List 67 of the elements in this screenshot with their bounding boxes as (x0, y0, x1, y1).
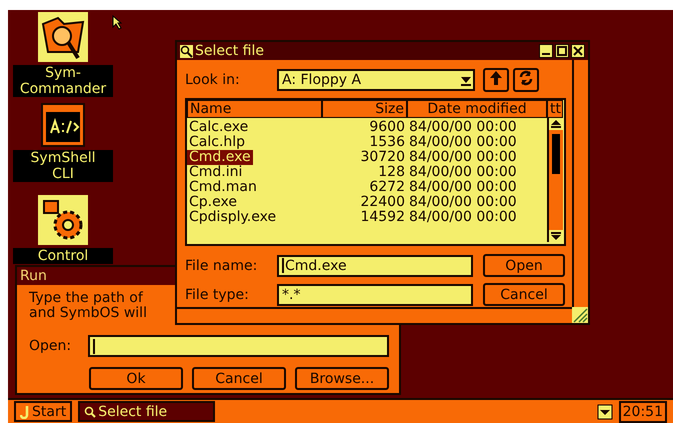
clock: 20:51 (618, 400, 667, 422)
file-size-cell-text: 22400 (359, 195, 406, 210)
scrollbar[interactable] (547, 118, 563, 242)
file-size-cell-text: 128 (377, 165, 406, 180)
close-button[interactable] (571, 44, 585, 58)
scroll-down-icon[interactable] (549, 230, 563, 242)
icon-label: Sym- Commander (13, 65, 113, 97)
cancel-button[interactable]: Cancel (192, 367, 286, 390)
file-date-cell-text: 84/00/00 00:00 (408, 165, 518, 180)
file-name-label: File name: (185, 258, 258, 274)
window-title: Select file (195, 43, 265, 59)
window-title: Run (20, 268, 48, 284)
file-name-cell[interactable]: Cpdisply.exe (187, 210, 278, 225)
file-name-field[interactable]: Cmd.exe (277, 254, 473, 276)
refresh-icon (518, 70, 534, 86)
terminal-icon[interactable] (41, 103, 85, 147)
open-label: Open: (29, 338, 72, 354)
taskbar-window-button[interactable]: Select file (78, 401, 216, 422)
icon-label: SymShell CLI (13, 150, 113, 182)
file-name-cell[interactable]: Cmd.exe (187, 150, 253, 165)
open-input-field[interactable] (88, 335, 389, 357)
file-date-cell-text: 84/00/00 00:00 (408, 195, 518, 210)
look-in-dropdown[interactable]: A: Floppy A (277, 69, 475, 91)
file-size-cell-text: 6272 (368, 180, 406, 195)
file-name-cell[interactable]: Cp.exe (187, 195, 239, 210)
refresh-button[interactable] (513, 68, 539, 92)
magnifier-icon (84, 406, 96, 418)
column-header[interactable]: Date modified (407, 100, 547, 118)
icon-label: Control (13, 248, 113, 264)
file-date-cell-text: 84/00/00 00:00 (408, 180, 518, 195)
file-date-cell-text: 84/00/00 00:00 (408, 150, 518, 165)
file-type-field[interactable]: *.* (277, 284, 473, 306)
browse-button[interactable]: Browse... (295, 367, 389, 390)
file-date-cell-text: 84/00/00 00:00 (408, 135, 518, 150)
column-header[interactable]: Size (322, 100, 407, 118)
file-name-cell[interactable]: Cmd.man (187, 180, 259, 195)
file-date-cell-text: 84/00/00 00:00 (408, 120, 518, 135)
mouse-pointer-icon (112, 15, 122, 30)
file-date-cell-text: 84/00/00 00:00 (408, 210, 518, 225)
start-button[interactable]: Start (14, 401, 72, 422)
file-size-cell-text: 9600 (368, 120, 406, 135)
scroll-up-icon[interactable] (549, 118, 563, 130)
up-folder-button[interactable] (483, 68, 509, 92)
message-text: and SymbOS will (29, 306, 147, 321)
ok-button[interactable]: Ok (89, 367, 183, 390)
look-in-label: Look in: (185, 72, 241, 88)
up-arrow-icon (489, 70, 503, 86)
maximize-button[interactable] (555, 44, 569, 58)
file-name-cell[interactable]: Calc.exe (187, 120, 250, 135)
cancel-button[interactable]: Cancel (483, 283, 565, 306)
file-type-label: File type: (185, 286, 250, 302)
column-header[interactable]: Name (187, 100, 322, 118)
file-size-cell-text: 1536 (368, 135, 406, 150)
magnifier-icon (180, 44, 193, 58)
scroll-thumb[interactable] (552, 134, 560, 174)
file-name-cell[interactable]: Cmd.ini (187, 165, 244, 180)
file-name-cell[interactable]: Calc.hlp (187, 135, 248, 150)
file-size-cell-text: 14592 (359, 210, 406, 225)
open-button[interactable]: Open (483, 254, 565, 277)
resize-grip-icon[interactable] (572, 307, 588, 323)
column-header[interactable]: tt (547, 100, 563, 118)
file-size-cell-text: 30720 (359, 150, 406, 165)
minimize-button[interactable] (539, 44, 553, 58)
start-logo-icon (20, 404, 30, 418)
message-text: Type the path of (29, 291, 143, 306)
folder-magnifier-icon[interactable] (38, 12, 88, 62)
gears-icon[interactable] (38, 195, 88, 245)
